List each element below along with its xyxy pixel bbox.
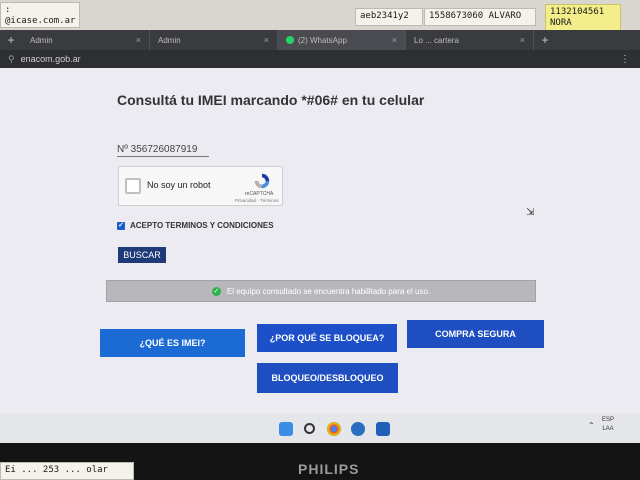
site-info-icon[interactable]: ⚲ [8, 54, 15, 65]
app-icon[interactable] [351, 422, 365, 436]
recaptcha-logo-icon [254, 173, 270, 189]
close-icon[interactable]: × [136, 35, 141, 45]
lang-layout: LAA [602, 426, 614, 432]
checkbox-checked-icon[interactable]: ✓ [117, 221, 125, 230]
browser-tab-active[interactable]: (2) WhatsApp × [278, 30, 406, 50]
url-text[interactable]: enacom.gob.ar [21, 54, 81, 64]
lang-code: ESP [602, 417, 615, 423]
tab-label: Admin [158, 35, 181, 45]
captcha-links[interactable]: Privacidad - Términos [235, 198, 279, 203]
tray-chevron-icon[interactable]: ⌃ [588, 421, 595, 430]
sticky-note: 1558673060 ALVARO [424, 8, 536, 26]
windows-start-icon[interactable] [279, 422, 293, 436]
app-icon[interactable] [376, 422, 390, 436]
new-tab-button[interactable]: + [534, 33, 556, 47]
browser-tab[interactable]: Admin × [150, 30, 278, 50]
safe-purchase-button[interactable]: COMPRA SEGURA [407, 320, 544, 348]
search-button[interactable]: BUSCAR [118, 247, 166, 263]
check-circle-icon: ✓ [211, 286, 221, 296]
why-blocked-button[interactable]: ¿POR QUÉ SE BLOQUEA? [257, 324, 397, 352]
language-indicator[interactable]: ESP LAA [602, 416, 614, 434]
captcha-checkbox[interactable] [125, 178, 141, 194]
captcha-brand: reCAPTCHA [245, 191, 274, 197]
what-is-imei-button[interactable]: ¿QUÉ ES IMEI? [100, 329, 245, 357]
close-icon[interactable]: × [264, 35, 269, 45]
address-bar[interactable]: ⚲ enacom.gob.ar ⋮ [0, 50, 640, 68]
terms-checkbox-row[interactable]: ✓ ACEPTO TERMINOS Y CONDICIONES [117, 221, 274, 230]
terms-label: ACEPTO TERMINOS Y CONDICIONES [130, 221, 274, 230]
browser-tab[interactable]: Lo ... cartera × [406, 30, 534, 50]
sticky-note: aeb2341y2 [355, 8, 423, 26]
close-icon[interactable]: × [520, 35, 525, 45]
tab-list-icon[interactable]: + [0, 33, 22, 47]
status-message: ✓ El equipo consultado se encuentra habi… [106, 280, 536, 302]
tab-label: Admin [30, 35, 53, 45]
menu-icon[interactable]: ⋮ [620, 54, 630, 65]
recaptcha-widget: No soy un robot reCAPTCHA Privacidad - T… [118, 166, 283, 206]
tab-label: (2) WhatsApp [298, 35, 347, 45]
tab-label: Lo ... cartera [414, 35, 459, 45]
sticky-note: Ei ... 253 ... olar [0, 462, 134, 480]
imei-input[interactable]: Nº 356726087919 [117, 144, 209, 157]
mouse-cursor-icon: ⇲ [526, 207, 535, 218]
chrome-icon[interactable] [327, 422, 341, 436]
web-page: Consultá tu IMEI marcando *#06# en tu ce… [0, 68, 640, 413]
browser-tab[interactable]: Admin × [22, 30, 150, 50]
monitor-bezel-top [0, 0, 640, 30]
sticky-note: : @icase.com.ar [0, 2, 80, 28]
browser-tab-bar: + Admin × Admin × (2) WhatsApp × Lo ... … [0, 30, 640, 50]
monitor-brand-logo: PHILIPS [298, 461, 360, 477]
close-icon[interactable]: × [392, 35, 397, 45]
page-title: Consultá tu IMEI marcando *#06# en tu ce… [117, 92, 425, 108]
taskbar: ⌃ ESP LAA [0, 413, 640, 443]
search-icon[interactable] [304, 423, 315, 434]
whatsapp-icon [286, 36, 294, 44]
captcha-label: No soy un robot [147, 180, 211, 190]
block-unblock-button[interactable]: BLOQUEO/DESBLOQUEO [257, 363, 398, 393]
status-text: El equipo consultado se encuentra habili… [226, 286, 431, 296]
